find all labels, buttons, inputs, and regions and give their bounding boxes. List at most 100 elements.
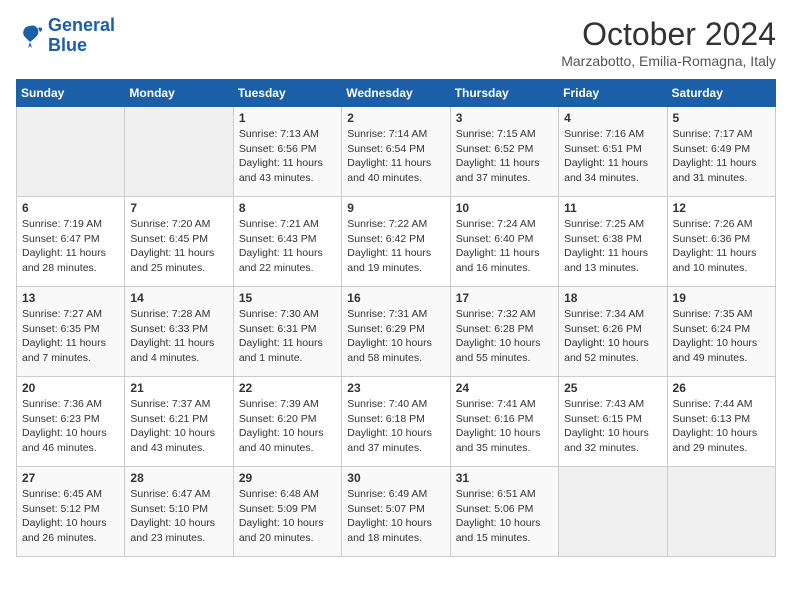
calendar-cell	[125, 107, 233, 197]
day-number: 5	[673, 111, 770, 125]
calendar-cell: 16Sunrise: 7:31 AMSunset: 6:29 PMDayligh…	[342, 287, 450, 377]
col-wednesday: Wednesday	[342, 80, 450, 107]
day-info: Sunrise: 7:30 AMSunset: 6:31 PMDaylight:…	[239, 307, 336, 366]
calendar-cell: 13Sunrise: 7:27 AMSunset: 6:35 PMDayligh…	[17, 287, 125, 377]
day-number: 18	[564, 291, 661, 305]
location-subtitle: Marzabotto, Emilia-Romagna, Italy	[561, 53, 776, 69]
day-info: Sunrise: 7:28 AMSunset: 6:33 PMDaylight:…	[130, 307, 227, 366]
calendar-week-row: 27Sunrise: 6:45 AMSunset: 5:12 PMDayligh…	[17, 467, 776, 557]
calendar-table: Sunday Monday Tuesday Wednesday Thursday…	[16, 79, 776, 557]
day-info: Sunrise: 7:16 AMSunset: 6:51 PMDaylight:…	[564, 127, 661, 186]
day-number: 16	[347, 291, 444, 305]
page-header: General Blue October 2024 Marzabotto, Em…	[16, 16, 776, 69]
calendar-cell: 3 Sunrise: 7:15 AMSunset: 6:52 PMDaylight…	[450, 107, 558, 197]
calendar-week-row: 20 Sunrise: 7:36 AMSunset: 6:23 PMDayligh…	[17, 377, 776, 467]
calendar-cell: 28 Sunrise: 6:47 AMSunset: 5:10 PMDayligh…	[125, 467, 233, 557]
day-number: 4	[564, 111, 661, 125]
day-number: 25	[564, 381, 661, 395]
day-info: Sunrise: 7:41 AMSunset: 6:16 PMDaylight:…	[456, 397, 553, 456]
day-info: Sunrise: 7:25 AMSunset: 6:38 PMDaylight:…	[564, 217, 661, 276]
calendar-cell: 27Sunrise: 6:45 AMSunset: 5:12 PMDayligh…	[17, 467, 125, 557]
calendar-cell	[559, 467, 667, 557]
calendar-cell: 31 Sunrise: 6:51 AMSunset: 5:06 PMDayligh…	[450, 467, 558, 557]
col-sunday: Sunday	[17, 80, 125, 107]
calendar-cell: 1 Sunrise: 7:13 AMSunset: 6:56 PMDaylight…	[233, 107, 341, 197]
day-number: 14	[130, 291, 227, 305]
day-info: Sunrise: 7:26 AMSunset: 6:36 PMDaylight:…	[673, 217, 770, 276]
day-info: Sunrise: 7:21 AMSunset: 6:43 PMDaylight:…	[239, 217, 336, 276]
day-info: Sunrise: 6:49 AMSunset: 5:07 PMDaylight:…	[347, 487, 444, 546]
calendar-cell: 24 Sunrise: 7:41 AMSunset: 6:16 PMDayligh…	[450, 377, 558, 467]
calendar-cell: 25 Sunrise: 7:43 AMSunset: 6:15 PMDayligh…	[559, 377, 667, 467]
day-number: 28	[130, 471, 227, 485]
day-number: 30	[347, 471, 444, 485]
col-monday: Monday	[125, 80, 233, 107]
calendar-cell	[17, 107, 125, 197]
calendar-cell: 17Sunrise: 7:32 AMSunset: 6:28 PMDayligh…	[450, 287, 558, 377]
day-info: Sunrise: 6:47 AMSunset: 5:10 PMDaylight:…	[130, 487, 227, 546]
logo-line2: Blue	[48, 35, 87, 55]
calendar-cell	[667, 467, 775, 557]
col-saturday: Saturday	[667, 80, 775, 107]
day-number: 1	[239, 111, 336, 125]
day-info: Sunrise: 7:39 AMSunset: 6:20 PMDaylight:…	[239, 397, 336, 456]
day-number: 27	[22, 471, 119, 485]
day-number: 12	[673, 201, 770, 215]
calendar-cell: 20 Sunrise: 7:36 AMSunset: 6:23 PMDayligh…	[17, 377, 125, 467]
day-number: 29	[239, 471, 336, 485]
day-info: Sunrise: 7:20 AMSunset: 6:45 PMDaylight:…	[130, 217, 227, 276]
day-info: Sunrise: 7:40 AMSunset: 6:18 PMDaylight:…	[347, 397, 444, 456]
day-info: Sunrise: 7:22 AMSunset: 6:42 PMDaylight:…	[347, 217, 444, 276]
calendar-cell: 19Sunrise: 7:35 AMSunset: 6:24 PMDayligh…	[667, 287, 775, 377]
day-info: Sunrise: 7:13 AMSunset: 6:56 PMDaylight:…	[239, 127, 336, 186]
calendar-cell: 10 Sunrise: 7:24 AMSunset: 6:40 PMDayligh…	[450, 197, 558, 287]
calendar-week-row: 13Sunrise: 7:27 AMSunset: 6:35 PMDayligh…	[17, 287, 776, 377]
day-info: Sunrise: 7:35 AMSunset: 6:24 PMDaylight:…	[673, 307, 770, 366]
day-info: Sunrise: 7:17 AMSunset: 6:49 PMDaylight:…	[673, 127, 770, 186]
day-number: 24	[456, 381, 553, 395]
logo-text: General Blue	[48, 16, 115, 56]
calendar-cell: 7 Sunrise: 7:20 AMSunset: 6:45 PMDaylight…	[125, 197, 233, 287]
day-number: 10	[456, 201, 553, 215]
day-number: 3	[456, 111, 553, 125]
col-tuesday: Tuesday	[233, 80, 341, 107]
day-info: Sunrise: 7:36 AMSunset: 6:23 PMDaylight:…	[22, 397, 119, 456]
day-number: 31	[456, 471, 553, 485]
title-block: October 2024 Marzabotto, Emilia-Romagna,…	[561, 16, 776, 69]
day-info: Sunrise: 7:44 AMSunset: 6:13 PMDaylight:…	[673, 397, 770, 456]
logo: General Blue	[16, 16, 115, 56]
calendar-cell: 12 Sunrise: 7:26 AMSunset: 6:36 PMDayligh…	[667, 197, 775, 287]
logo-bird-icon	[16, 22, 44, 50]
calendar-cell: 23 Sunrise: 7:40 AMSunset: 6:18 PMDayligh…	[342, 377, 450, 467]
day-info: Sunrise: 7:32 AMSunset: 6:28 PMDaylight:…	[456, 307, 553, 366]
day-number: 13	[22, 291, 119, 305]
col-friday: Friday	[559, 80, 667, 107]
calendar-cell: 6 Sunrise: 7:19 AMSunset: 6:47 PMDaylight…	[17, 197, 125, 287]
day-number: 6	[22, 201, 119, 215]
calendar-cell: 8Sunrise: 7:21 AMSunset: 6:43 PMDaylight…	[233, 197, 341, 287]
month-year-title: October 2024	[561, 16, 776, 53]
calendar-cell: 22Sunrise: 7:39 AMSunset: 6:20 PMDayligh…	[233, 377, 341, 467]
calendar-week-row: 1 Sunrise: 7:13 AMSunset: 6:56 PMDaylight…	[17, 107, 776, 197]
day-number: 21	[130, 381, 227, 395]
day-number: 7	[130, 201, 227, 215]
calendar-cell: 9 Sunrise: 7:22 AMSunset: 6:42 PMDaylight…	[342, 197, 450, 287]
day-info: Sunrise: 6:48 AMSunset: 5:09 PMDaylight:…	[239, 487, 336, 546]
day-info: Sunrise: 7:34 AMSunset: 6:26 PMDaylight:…	[564, 307, 661, 366]
calendar-cell: 26Sunrise: 7:44 AMSunset: 6:13 PMDayligh…	[667, 377, 775, 467]
day-number: 9	[347, 201, 444, 215]
day-info: Sunrise: 7:24 AMSunset: 6:40 PMDaylight:…	[456, 217, 553, 276]
day-info: Sunrise: 7:14 AMSunset: 6:54 PMDaylight:…	[347, 127, 444, 186]
day-info: Sunrise: 7:37 AMSunset: 6:21 PMDaylight:…	[130, 397, 227, 456]
calendar-cell: 14 Sunrise: 7:28 AMSunset: 6:33 PMDayligh…	[125, 287, 233, 377]
day-number: 23	[347, 381, 444, 395]
calendar-cell: 11Sunrise: 7:25 AMSunset: 6:38 PMDayligh…	[559, 197, 667, 287]
calendar-cell: 15 Sunrise: 7:30 AMSunset: 6:31 PMDayligh…	[233, 287, 341, 377]
day-info: Sunrise: 7:19 AMSunset: 6:47 PMDaylight:…	[22, 217, 119, 276]
day-number: 20	[22, 381, 119, 395]
day-number: 15	[239, 291, 336, 305]
col-thursday: Thursday	[450, 80, 558, 107]
day-info: Sunrise: 6:51 AMSunset: 5:06 PMDaylight:…	[456, 487, 553, 546]
day-info: Sunrise: 7:15 AMSunset: 6:52 PMDaylight:…	[456, 127, 553, 186]
day-info: Sunrise: 7:43 AMSunset: 6:15 PMDaylight:…	[564, 397, 661, 456]
